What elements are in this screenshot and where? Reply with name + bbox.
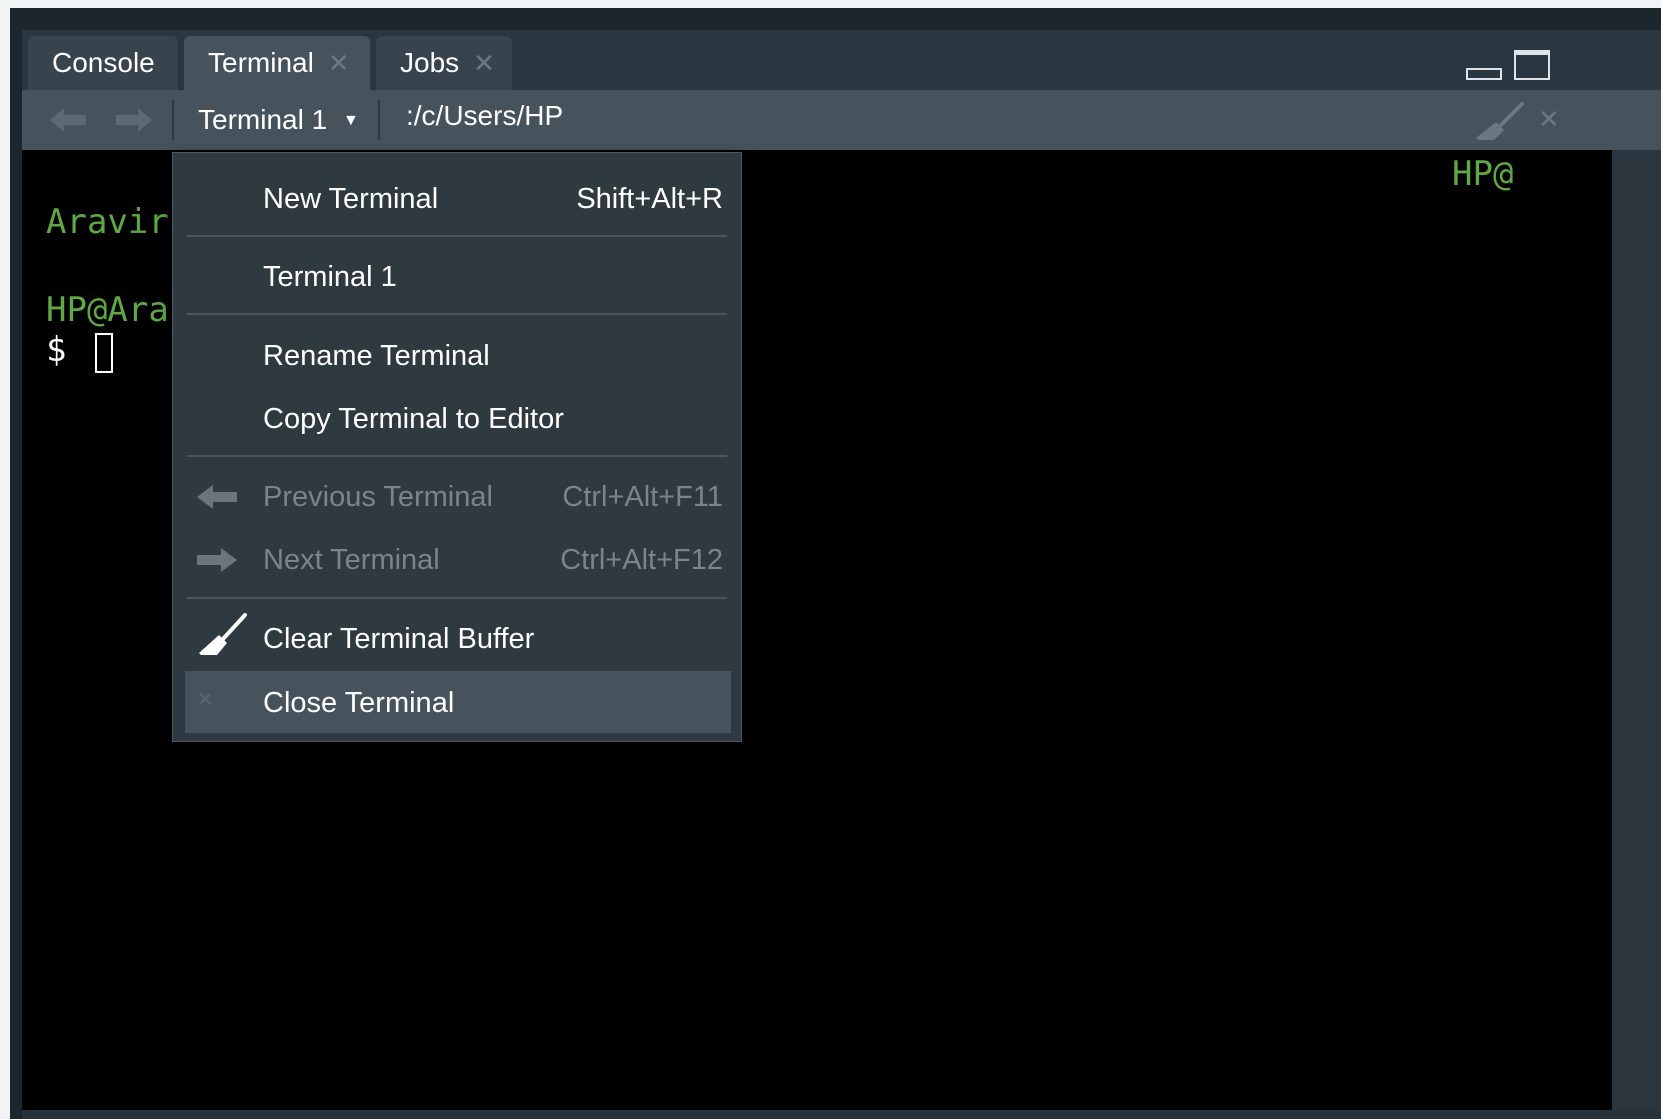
menu-item-new-terminal[interactable]: New Terminal Shift+Alt+R (185, 169, 731, 229)
menu-item-shortcut: Ctrl+Alt+F12 (560, 544, 723, 576)
terminal-line: Aravir (46, 202, 169, 242)
menu-separator (187, 597, 727, 599)
menu-item-label: Rename Terminal (263, 340, 490, 372)
menu-item-label: Close Terminal (263, 687, 455, 719)
tab-jobs[interactable]: Jobs ✕ (376, 36, 512, 90)
toolbar-separator (172, 100, 174, 140)
menu-separator (187, 235, 727, 237)
close-icon[interactable]: ✕ (328, 48, 350, 79)
terminal-cursor (95, 333, 113, 373)
terminal-toolbar: Terminal 1 ▼ :/c/Users/HP ✕ (22, 90, 1661, 150)
menu-item-shortcut: Ctrl+Alt+F11 (562, 481, 723, 513)
menu-item-previous-terminal[interactable]: Previous Terminal Ctrl+Alt+F11 (185, 467, 731, 527)
arrow-left-icon[interactable] (50, 106, 86, 134)
menu-item-label: Clear Terminal Buffer (263, 623, 535, 655)
caret-down-icon: ▼ (342, 112, 359, 129)
menu-item-label: New Terminal (263, 183, 439, 215)
menu-separator (187, 313, 727, 315)
tab-terminal[interactable]: Terminal ✕ (184, 36, 370, 90)
tab-label: Jobs (400, 47, 460, 78)
maximize-icon[interactable] (1514, 50, 1550, 80)
menu-item-label: Previous Terminal (263, 481, 493, 513)
terminal-scrollbar[interactable] (1612, 150, 1661, 1110)
terminal-line: HP@ (1452, 154, 1514, 194)
menu-item-next-terminal[interactable]: Next Terminal Ctrl+Alt+F12 (185, 530, 731, 590)
close-icon: ✕ (197, 689, 214, 711)
terminal-prompt: $ (46, 330, 67, 370)
menu-item-label: Next Terminal (263, 544, 440, 576)
menu-item-close-terminal[interactable]: ✕ Close Terminal (185, 671, 731, 733)
terminal-selector-label: Terminal 1 (198, 104, 328, 135)
close-icon[interactable]: ✕ (473, 48, 495, 79)
menu-item-rename-terminal[interactable]: Rename Terminal (185, 326, 731, 386)
menu-item-terminal-1[interactable]: Terminal 1 (185, 247, 731, 307)
menu-item-copy-terminal-to-editor[interactable]: Copy Terminal to Editor (185, 389, 731, 449)
terminal-dropdown-menu: New Terminal Shift+Alt+R Terminal 1 Rena… (172, 152, 742, 742)
menu-item-label: Terminal 1 (263, 261, 397, 293)
menu-item-clear-terminal-buffer[interactable]: Clear Terminal Buffer (185, 609, 731, 669)
terminal-selector[interactable]: Terminal 1 ▼ (198, 104, 359, 136)
arrow-left-icon (197, 485, 237, 509)
menu-item-shortcut: Shift+Alt+R (576, 183, 723, 215)
close-icon[interactable]: ✕ (1538, 104, 1560, 135)
toolbar-separator (378, 100, 380, 140)
tab-console[interactable]: Console (28, 36, 178, 90)
arrow-right-icon[interactable] (116, 106, 152, 134)
rstudio-pane-window: Console Terminal ✕ Jobs ✕ Terminal 1 ▼:… (10, 8, 1661, 1119)
working-directory: :/c/Users/HP (406, 100, 564, 131)
menu-item-label: Copy Terminal to Editor (263, 403, 564, 435)
terminal-line: HP@Ara (46, 290, 169, 330)
pane-tab-bar: Console Terminal ✕ Jobs ✕ (22, 30, 1661, 90)
tab-label: Console (52, 47, 155, 78)
broom-icon[interactable] (1474, 102, 1524, 142)
minimize-icon[interactable] (1466, 68, 1502, 80)
arrow-right-icon (197, 548, 237, 572)
menu-separator (187, 455, 727, 457)
tab-label: Terminal (208, 47, 314, 78)
broom-icon (199, 613, 247, 655)
